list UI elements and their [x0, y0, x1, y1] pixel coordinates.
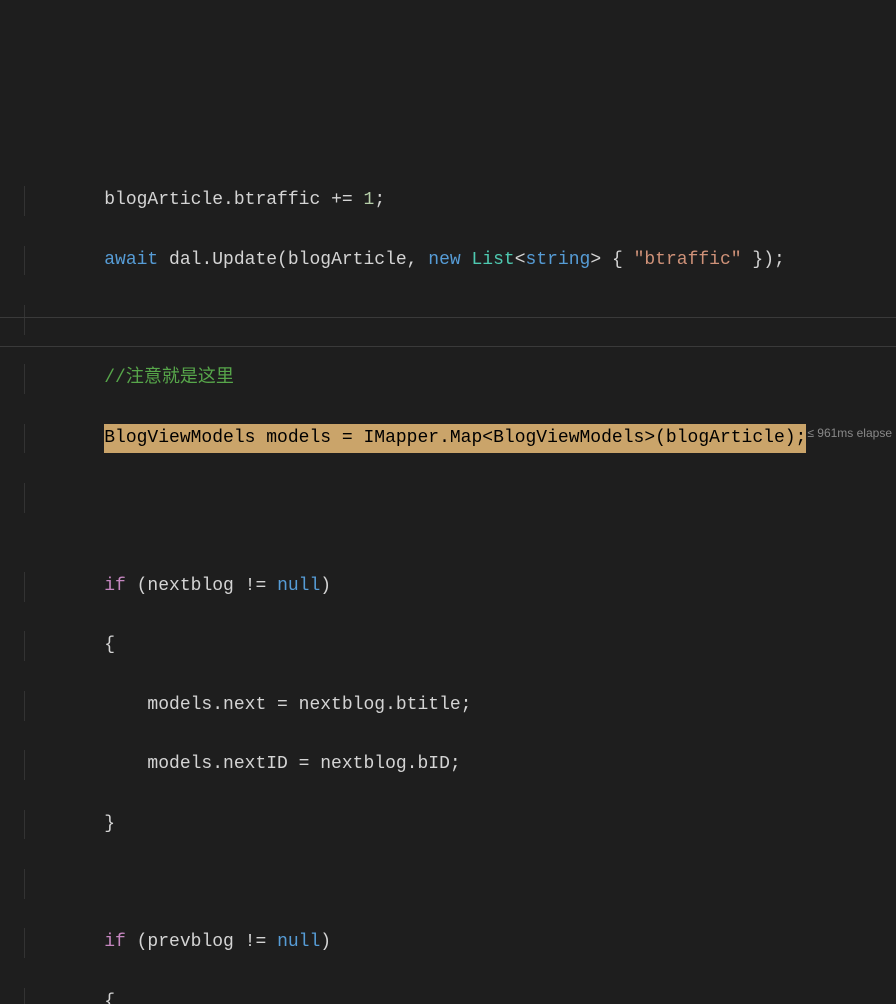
comment: //注意就是这里: [104, 368, 234, 388]
code-line[interactable]: {: [24, 988, 896, 1004]
code-line-highlighted[interactable]: BlogViewModels models = IMapper.Map<Blog…: [24, 424, 896, 454]
open-brace: {: [104, 635, 115, 655]
open-brace: {: [104, 992, 115, 1004]
code-line[interactable]: await dal.Update(blogArticle, new List<s…: [24, 246, 896, 276]
assignment: models = IMapper.Map<: [255, 428, 493, 448]
close-paren: ): [320, 576, 331, 596]
property: .btraffic: [223, 190, 331, 210]
angle-bracket: <: [515, 250, 526, 270]
code-line-empty[interactable]: [24, 483, 896, 513]
codelens-timing[interactable]: ≤ 961ms elapse: [807, 424, 892, 444]
keyword-null: null: [277, 576, 320, 596]
code-line[interactable]: {: [24, 631, 896, 661]
keyword-null: null: [277, 932, 320, 952]
close-paren: ): [320, 932, 331, 952]
condition: (prevblog !=: [126, 932, 277, 952]
code-line[interactable]: blogArticle.btraffic += 1;: [24, 186, 896, 216]
code-line[interactable]: }: [24, 810, 896, 840]
code-line[interactable]: if (prevblog != null): [24, 928, 896, 958]
assignment-stmt: models.nextID = nextblog.bID;: [104, 754, 460, 774]
assignment-stmt: models.next = nextblog.btitle;: [104, 695, 471, 715]
code-line[interactable]: models.nextID = nextblog.bID;: [24, 750, 896, 780]
code-line[interactable]: //注意就是这里: [24, 364, 896, 394]
identifier: blogArticle: [104, 190, 223, 210]
condition: (nextblog !=: [126, 576, 277, 596]
code-line[interactable]: models.next = nextblog.btitle;: [24, 691, 896, 721]
type-list: List: [472, 250, 515, 270]
keyword-string: string: [526, 250, 591, 270]
breakpoint-highlight: BlogViewModels models = IMapper.Map<Blog…: [104, 424, 806, 454]
code-editor[interactable]: blogArticle.btraffic += 1; await dal.Upd…: [0, 119, 896, 1004]
keyword-new: new: [428, 250, 460, 270]
semicolon: ;: [374, 190, 385, 210]
space: [461, 250, 472, 270]
keyword-if: if: [104, 932, 126, 952]
keyword-if: if: [104, 576, 126, 596]
call-close: >(blogArticle);: [644, 428, 806, 448]
generic-type: BlogViewModels: [493, 428, 644, 448]
close-brace: }: [104, 814, 115, 834]
space: [353, 190, 364, 210]
string-literal: "btraffic": [634, 250, 742, 270]
method-call: dal.Update(blogArticle,: [158, 250, 428, 270]
type: BlogViewModels: [104, 428, 255, 448]
code-line[interactable]: if (nextblog != null): [24, 572, 896, 602]
keyword-await: await: [104, 250, 158, 270]
code-line-empty[interactable]: [24, 305, 896, 335]
operator: +=: [331, 190, 353, 210]
close-brace: });: [742, 250, 785, 270]
code-line-empty[interactable]: [24, 869, 896, 899]
number-literal: 1: [364, 190, 375, 210]
brace: > {: [590, 250, 633, 270]
